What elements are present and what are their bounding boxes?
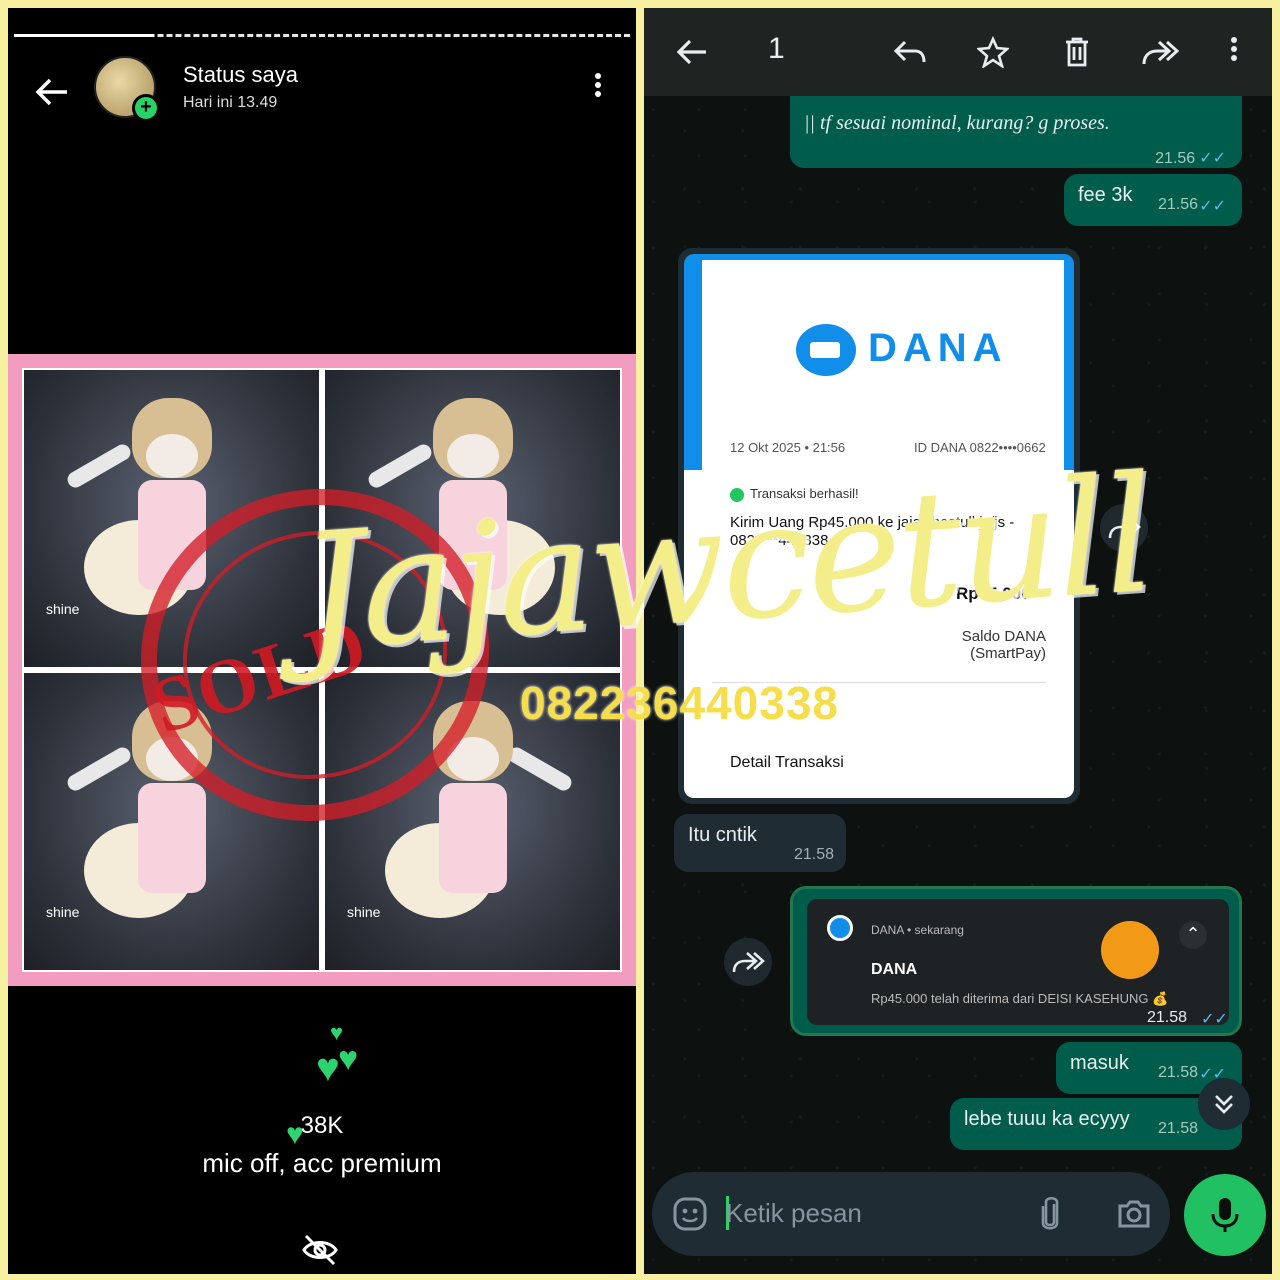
message-text: || tf sesuai nominal, kurang? g proses. [804,112,1110,134]
dana-logo-icon [796,324,856,376]
emoji-icon[interactable] [668,1192,712,1236]
dana-app-icon [827,915,853,941]
receipt-date: 12 Okt 2025 • 21:56 [730,440,846,455]
message-text: Itu cntik [688,824,757,846]
more-options-icon[interactable] [1224,34,1244,70]
heart-icon: ♥ [316,1046,340,1090]
more-options-icon[interactable] [588,70,608,106]
message-time: 21.58 [793,846,834,863]
message-text: fee 3k [1078,184,1133,206]
mic-button[interactable] [1184,1174,1266,1256]
transfer-icon [1101,921,1159,979]
forward-icon[interactable] [1136,28,1184,76]
notification-image-message[interactable]: DANA • sekarang DANA Rp45.000 telah dite… [790,886,1242,1036]
back-arrow-icon[interactable] [668,28,716,76]
message-bubble[interactable]: Itu cntik 21.58 [674,814,846,872]
read-receipt-icon: ✓✓ [1201,1011,1228,1028]
message-input[interactable]: Ketik pesan [726,1198,862,1229]
receipt-detail: Detail Transaksi [730,754,844,771]
status-time: Hari ini 13.49 [183,94,278,111]
shine-label: shine [46,904,80,920]
dana-notification: DANA • sekarang DANA Rp45.000 telah dite… [807,899,1229,1025]
add-status-icon[interactable]: + [132,94,160,122]
notification-title: DANA [871,961,918,978]
message-time: 21.58 [1157,1064,1198,1081]
delete-icon[interactable] [1053,28,1101,76]
message-bubble[interactable]: fee 3k 21.56 ✓✓ [1064,174,1242,226]
reply-icon[interactable] [886,28,934,76]
message-time: 21.56 [1155,150,1196,167]
status-price: 38K [300,1112,344,1139]
read-receipt-icon: ✓✓ [1199,150,1226,167]
shine-label: shine [347,904,381,920]
heart-icon: ♥ [338,1040,359,1078]
message-time: 21.58 [1157,1120,1198,1137]
selection-toolbar: 1 [644,8,1272,96]
message-time: 21.56 [1157,196,1198,213]
scroll-down-button[interactable] [1198,1078,1250,1130]
star-icon[interactable] [969,28,1017,76]
message-bubble[interactable]: || tf sesuai nominal, kurang? g proses. … [790,96,1242,168]
back-arrow-icon[interactable] [30,70,74,114]
message-text: lebe tuuu ka ecyyy [964,1108,1130,1130]
notification-app: DANA • sekarang [871,923,964,937]
message-time: 21.58 [1147,1009,1188,1026]
status-caption: mic off, acc premium [202,1148,442,1178]
eye-off-icon[interactable] [300,1230,340,1270]
watermark-phone: 082236440338 [520,677,839,729]
message-composer[interactable]: Ketik pesan [652,1172,1170,1256]
forward-icon[interactable] [724,938,772,986]
dana-brand: DANA [868,326,1008,370]
selected-count: 1 [768,32,785,65]
camera-icon[interactable] [1112,1192,1156,1236]
shine-label: shine [46,601,80,617]
status-progress-fill [14,34,154,37]
status-title: Status saya [183,62,298,87]
message-text: masuk [1070,1052,1129,1074]
attach-icon[interactable] [1028,1192,1072,1236]
notification-body: Rp45.000 telah diterima dari DEISI KASEH… [871,991,1169,1006]
chevron-up-icon[interactable]: ⌃ [1179,921,1207,949]
read-receipt-icon: ✓✓ [1199,198,1226,215]
